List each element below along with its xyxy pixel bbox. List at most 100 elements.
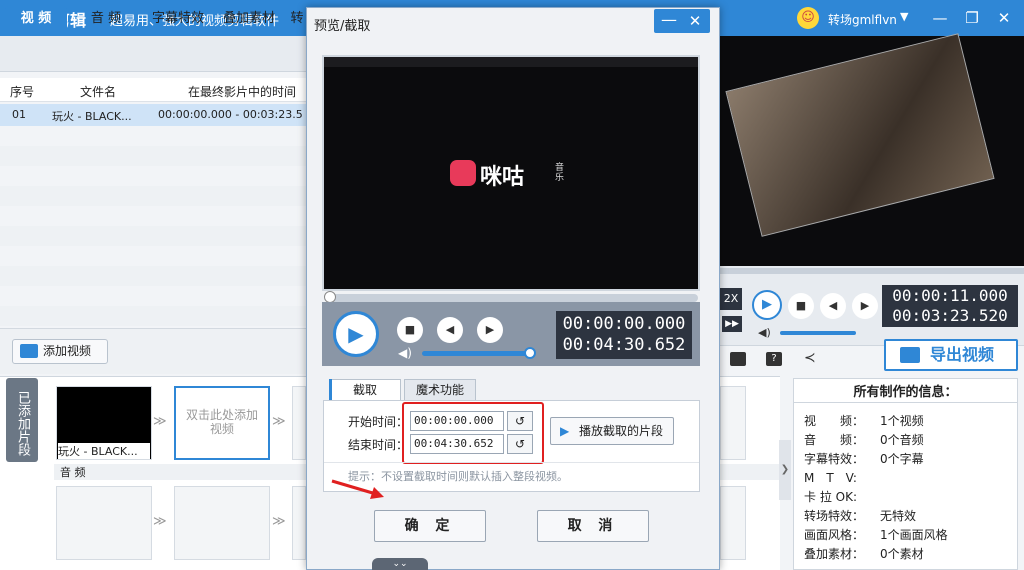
add-video-icon [20,344,38,358]
tab-trim[interactable]: 截取 [329,379,401,401]
info-val-subtitle: 0个字幕 [880,452,924,466]
dialog-time-total: 00:04:30.652 [562,335,686,355]
info-val-transition: 无特效 [880,509,917,523]
volume-icon[interactable]: ◀) [758,326,771,339]
info-key-overlay: 叠加素材： [804,547,865,561]
info-key-mtv: M T V: [804,471,857,485]
stop-icon[interactable]: ■ [788,293,814,319]
username[interactable]: 转场gmlflvn [828,11,897,28]
dialog-minimize-icon[interactable]: — [658,9,680,33]
next-frame-icon[interactable]: ▶ [852,293,878,319]
dialog-time-current: 00:00:00.000 [562,314,686,334]
info-title: 所有制作的信息： [853,385,958,400]
volume-icon[interactable]: ◀) [398,346,412,360]
info-key-style: 画面风格： [804,528,865,542]
chevron-right-icon: ≫ [272,514,286,529]
dialog-play-button[interactable]: ▶ [333,311,379,357]
stop-icon[interactable]: ■ [397,317,423,343]
video-brand-sub: 音乐 [555,163,565,183]
audio-slot [56,486,152,560]
dialog-close-icon[interactable]: ✕ [684,9,706,33]
cancel-button[interactable]: 取 消 [537,510,649,542]
col-header-no: 序号 [10,85,35,99]
info-key-audio: 音 频： [804,433,865,447]
close-icon[interactable]: ✕ [992,6,1016,30]
main-time-total: 00:03:23.520 [892,306,1008,325]
main-time-current: 00:00:11.000 [892,286,1008,305]
play-icon: ▶ [560,424,570,438]
minimize-icon[interactable]: — [928,6,952,30]
audio-slot [174,486,270,560]
info-val-video: 1个视频 [880,414,924,428]
table-row [0,306,306,326]
active-tab-marker [329,379,332,401]
row-no: 01 [12,108,26,121]
red-arrow-icon [331,479,384,499]
dialog-title: 预览/截取 [314,19,371,34]
speed-button[interactable]: 2X [720,288,742,310]
volume-knob[interactable] [524,347,536,359]
collapse-panel-icon[interactable]: ❯ [779,440,791,500]
end-time-label: 结束时间： [348,438,409,452]
clip-name: 玩火 - BLACK... [58,443,150,459]
chevron-right-icon: ≫ [153,414,167,429]
share-icon[interactable]: ≺ [804,350,816,366]
info-val-audio: 0个音频 [880,433,924,447]
start-time-label: 开始时间： [348,415,409,429]
ok-button[interactable]: 确 定 [374,510,486,542]
col-header-filename: 文件名 [80,85,117,99]
row-filename: 玩火 - BLACK... [52,110,132,123]
add-clip-hint: 双击此处添加视频 [186,408,259,436]
save-icon[interactable] [730,352,746,366]
info-key-transition: 转场特效： [804,509,865,523]
maximize-icon[interactable]: ❐ [960,6,984,30]
clip-slot [720,386,746,460]
info-key-video: 视 频： [804,414,865,428]
user-avatar[interactable]: ☺ [797,7,819,29]
tab-subtitle-effects[interactable]: 字幕特效 [144,6,212,32]
help-icon[interactable]: ? [766,352,782,366]
info-val-style: 1个画面风格 [880,528,948,542]
main-progress-bar[interactable] [720,268,1024,274]
info-key-karaoke: 卡 拉 OK: [804,490,857,504]
divider [793,402,1018,403]
audio-slot [292,486,306,560]
main-time-display: 00:00:11.000 00:03:23.520 [882,285,1018,327]
highlight-box [402,402,544,464]
chevron-right-icon: ≫ [272,414,286,429]
audio-slot [720,486,746,560]
migu-logo-icon [450,160,476,186]
video-letterbox [324,57,698,67]
tab-transition[interactable]: 转 [288,6,306,32]
divider [324,462,699,463]
video-brand: 咪咕 [480,165,525,190]
next-frame-icon[interactable]: ▶ [477,317,503,343]
tab-overlay[interactable]: 叠加素材 [216,6,282,32]
main-play-button[interactable]: ▶ [752,290,782,320]
info-val-overlay: 0个素材 [880,547,924,561]
dialog-handle-icon[interactable]: ⌄⌄ [372,558,428,570]
row-time: 00:00:00.000 - 00:03:23.5 [158,108,303,121]
tab-magic[interactable]: 魔术功能 [404,379,476,401]
clip-slot [292,386,306,460]
prev-frame-icon[interactable]: ◀ [437,317,463,343]
main-tab-bar [0,36,306,72]
table-row [0,226,306,246]
chevron-down-icon[interactable]: ▼ [900,10,908,23]
table-row [0,146,306,166]
prev-frame-icon[interactable]: ◀ [820,293,846,319]
table-row [0,186,306,206]
tab-audio[interactable]: 音 频 [78,6,134,32]
added-segments-tab[interactable]: 已添加片段 [6,378,38,462]
dialog-progress-bar[interactable] [326,294,698,302]
export-icon [900,347,920,363]
table-row [0,266,306,286]
main-volume-slider[interactable] [780,331,856,335]
dialog-time-display: 00:00:00.000 00:04:30.652 [556,311,692,359]
dialog-volume-slider[interactable] [422,351,528,356]
tab-video[interactable]: 视 频 [5,6,67,32]
info-key-subtitle: 字幕特效： [804,452,865,466]
fast-forward-icon[interactable]: ▶▶ [722,316,742,332]
col-header-time: 在最终影片中的时间 [188,85,297,99]
chevron-right-icon: ≫ [153,514,167,529]
